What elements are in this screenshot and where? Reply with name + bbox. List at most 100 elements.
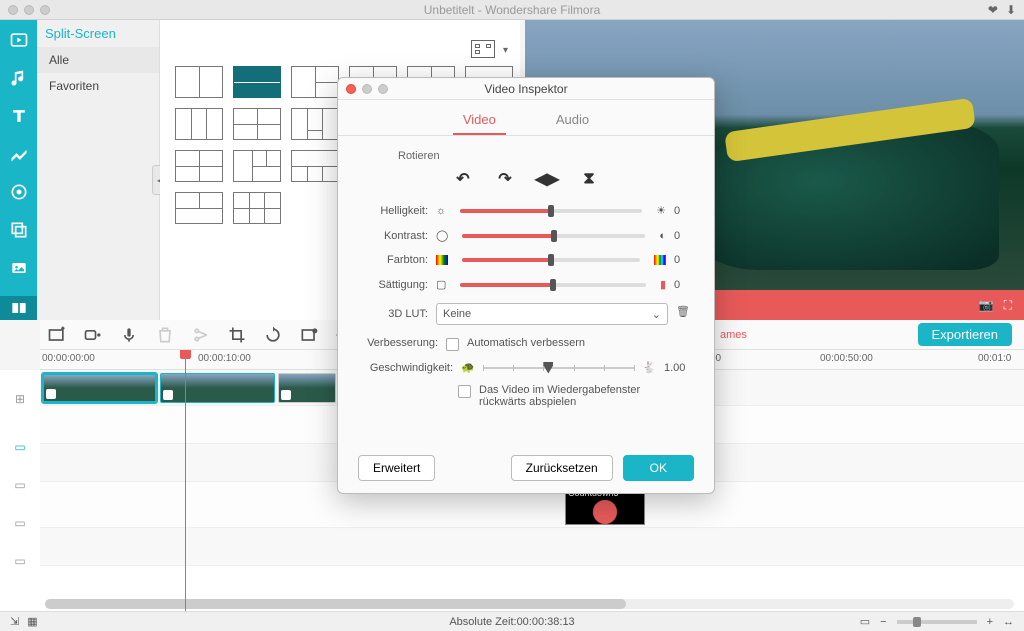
contrast-high-icon: ◐ [659,230,666,242]
hue-low-icon [436,255,448,265]
saturation-row: Sättigung: ▢ ▮ 0 [358,278,694,291]
voiceover-icon[interactable] [118,325,140,345]
contrast-slider[interactable] [462,234,645,238]
zoom-out-icon[interactable]: − [880,616,886,628]
tab-audio[interactable]: Audio [546,108,599,135]
video-track-icon[interactable]: ▭ [0,428,40,466]
reverse-text: Das Video im Wiedergabefenster rückwärts… [479,384,679,408]
flip-horizontal-icon[interactable]: ◀▶ [538,170,556,188]
zoom-fit-icon[interactable]: ▭ [860,615,870,628]
template-item[interactable] [291,150,339,182]
notify-icon[interactable]: ❤ [988,3,998,17]
template-item[interactable] [175,150,223,182]
video-inspector-dialog: Video Inspektor Video Audio Rotieren ↶ ↷… [337,77,715,494]
splitscreen-tab-icon[interactable] [0,296,37,320]
flip-vertical-icon[interactable]: ⧗ [580,170,598,188]
delete-icon[interactable] [154,325,176,345]
music-tab-icon[interactable] [8,68,30,88]
lut-value: Keine [443,308,471,320]
speed-slider[interactable] [483,363,635,373]
view-mode-toggle-icon[interactable]: ▾ [471,40,495,58]
saturation-label: Sättigung: [358,279,428,291]
reverse-row: Das Video im Wiedergabefenster rückwärts… [458,384,694,408]
template-item[interactable] [175,192,223,224]
advanced-button[interactable]: Erweitert [358,455,435,481]
lut-select[interactable]: Keine ⌄ [436,303,668,325]
minimize-window-icon[interactable] [24,5,34,15]
zoom-in-icon[interactable]: + [987,616,993,628]
brightness-row: Helligkeit: ☼ ☀ 0 [358,204,694,217]
zoom-slider[interactable] [897,620,977,624]
side-panel: Split-Screen Alle Favoriten [37,20,160,320]
titlebar-right: ❤ ⬇ [988,3,1016,17]
transitions-tab-icon[interactable] [8,182,30,202]
track-header-icon[interactable]: ⊞ [0,370,40,428]
ok-button[interactable]: OK [623,455,694,481]
contrast-value: 0 [674,230,694,242]
brightness-slider[interactable] [460,209,642,213]
fit-width-icon[interactable]: ↔ [1003,616,1014,628]
clip[interactable] [278,373,336,403]
maximize-window-icon[interactable] [40,5,50,15]
grid-icon[interactable]: ▦ [27,615,37,628]
template-item[interactable] [175,108,223,140]
dialog-title: Video Inspektor [484,82,567,96]
tab-video[interactable]: Video [453,108,506,135]
audio-track-icon[interactable]: ▭ [0,542,40,580]
dialog-titlebar: Video Inspektor [338,78,714,100]
timeline-scrollbar[interactable] [45,599,1014,609]
enhance-checkbox[interactable] [446,338,459,351]
reverse-checkbox[interactable] [458,385,471,398]
add-media-icon[interactable] [46,325,68,345]
playhead[interactable] [185,350,186,611]
snapshot-icon[interactable]: 📷 [979,298,994,312]
side-panel-item-favorites[interactable]: Favoriten [37,73,159,99]
template-item[interactable] [233,66,281,98]
speed-label: Geschwindigkeit: [358,362,453,374]
record-icon[interactable] [82,325,104,345]
template-item[interactable] [233,108,281,140]
template-item[interactable] [233,150,281,182]
contrast-low-icon: ◯ [436,229,448,242]
contrast-label: Kontrast: [358,230,428,242]
absolute-time-label: Absolute Zeit:00:00:38:13 [449,616,574,628]
split-icon[interactable] [190,325,212,345]
color-icon[interactable] [298,325,320,345]
lut-row: 3D LUT: Keine ⌄ 🗑 [358,303,694,325]
text-track-icon[interactable]: ▭ [0,504,40,542]
close-window-icon[interactable] [8,5,18,15]
template-item[interactable] [233,192,281,224]
clip[interactable] [160,373,275,403]
saturation-slider[interactable] [460,283,646,287]
overlays-tab-icon[interactable] [8,220,30,240]
marker-icon[interactable]: ⇲ [10,615,19,628]
lut-delete-icon[interactable]: 🗑 [676,305,694,323]
reset-button[interactable]: Zurücksetzen [511,455,613,481]
effects-tab-icon[interactable] [8,144,30,164]
pip-track-icon[interactable]: ▭ [0,466,40,504]
rotate-ccw-icon[interactable]: ↶ [454,170,472,188]
track-row[interactable] [40,528,1024,566]
clip[interactable] [42,373,157,403]
saturation-high-icon: ▮ [660,278,666,291]
elements-tab-icon[interactable] [8,258,30,278]
dialog-close-icon[interactable] [346,84,356,94]
time-mark: 00:01:0 [978,353,1011,364]
template-item[interactable] [291,108,339,140]
download-icon[interactable]: ⬇ [1006,3,1016,17]
template-item[interactable] [291,66,339,98]
side-panel-title: Split-Screen [37,20,159,47]
crop-icon[interactable] [226,325,248,345]
lut-label: 3D LUT: [358,308,428,320]
text-tab-icon[interactable] [8,106,30,126]
hue-slider[interactable] [462,258,640,262]
side-panel-item-all[interactable]: Alle [37,47,159,73]
export-button[interactable]: Exportieren [918,323,1012,346]
fullscreen-icon[interactable]: ⛶ [1004,298,1012,313]
enhance-text: Automatisch verbessern [467,337,585,349]
rotate-icon[interactable] [262,325,284,345]
left-toolbar [0,20,37,320]
template-item[interactable] [175,66,223,98]
media-tab-icon[interactable] [8,30,30,50]
rotate-cw-icon[interactable]: ↷ [496,170,514,188]
